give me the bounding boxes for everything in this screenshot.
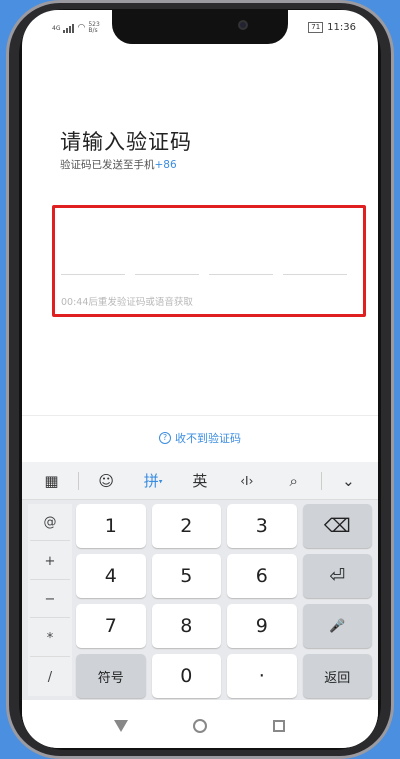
toolbar-separator: [320, 471, 322, 490]
otp-slot-4[interactable]: [283, 274, 347, 275]
key-slash[interactable]: /: [30, 660, 70, 695]
key-4[interactable]: 4: [76, 554, 146, 598]
key-0[interactable]: 0: [151, 654, 221, 698]
question-icon: ?: [159, 432, 171, 444]
status-left: 4G ◠ 523 B/s: [52, 22, 102, 34]
page-subtitle: 验证码已发送至手机+86: [60, 157, 177, 172]
network-label: 4G: [52, 24, 61, 32]
wifi-icon: ◠: [77, 23, 86, 33]
back-key[interactable]: 返回: [302, 654, 372, 698]
home-icon[interactable]: [193, 719, 207, 733]
key-1[interactable]: 1: [76, 504, 146, 548]
pinyin-label: 拼: [143, 472, 159, 490]
no-code-label: 收不到验证码: [175, 432, 241, 445]
screen: 4G ◠ 523 B/s 71 11:36 请输入验证码 验证码已发送至手机+8…: [22, 10, 378, 748]
key-6[interactable]: 6: [227, 554, 297, 598]
back-icon[interactable]: [114, 720, 128, 732]
toolbar-separator: [78, 471, 80, 490]
chevron-down-icon: ▾: [158, 477, 163, 486]
otp-slot-2[interactable]: [135, 274, 199, 275]
recents-icon[interactable]: [273, 720, 285, 732]
key-8[interactable]: 8: [151, 604, 221, 648]
key-3[interactable]: 3: [227, 504, 297, 548]
symbol-column: @ + − * /: [28, 504, 72, 696]
grid-menu-icon[interactable]: ▦: [31, 472, 71, 490]
key-7[interactable]: 7: [76, 604, 146, 648]
network-speed: 523 B/s: [88, 21, 100, 34]
key-2[interactable]: 2: [151, 504, 221, 548]
key-minus[interactable]: −: [30, 582, 70, 619]
navigation-bar: [22, 704, 378, 748]
key-5[interactable]: 5: [151, 554, 221, 598]
symbol-key[interactable]: 符号: [76, 654, 146, 698]
key-at[interactable]: @: [30, 505, 70, 542]
microphone-icon[interactable]: 🎤: [302, 604, 372, 648]
collapse-keyboard-icon[interactable]: ⌄: [328, 472, 368, 490]
english-button[interactable]: 英: [180, 470, 220, 491]
page-title: 请输入验证码: [60, 130, 192, 154]
key-dot[interactable]: ·: [227, 654, 297, 698]
no-code-link[interactable]: ? 收不到验证码: [22, 430, 378, 446]
enter-icon[interactable]: ⏎: [302, 554, 372, 598]
delete-icon[interactable]: ⌫: [302, 504, 372, 548]
key-plus[interactable]: +: [30, 544, 70, 580]
emoji-icon[interactable]: ☺: [86, 472, 126, 490]
divider: [22, 415, 378, 416]
key-asterisk[interactable]: *: [30, 621, 70, 658]
notch: [112, 10, 288, 44]
keyboard-body: @ + − * / 1 2 3 ⌫ 4 5 6 ⏎ 7 8 9 🎤 符号 0 ·…: [22, 500, 378, 700]
subtitle-prefix: 验证码已发送至手机: [60, 159, 155, 171]
battery-icon: 71: [308, 22, 324, 33]
camera-icon: [238, 20, 248, 30]
otp-slots: [61, 274, 347, 275]
cursor-move-icon[interactable]: ‹I›: [227, 474, 267, 488]
signal-icon: [63, 23, 75, 33]
key-9[interactable]: 9: [227, 604, 297, 648]
pinyin-button[interactable]: 拼▾: [133, 470, 173, 491]
otp-input-area: 00:44后重发验证码或语音获取: [52, 205, 366, 317]
resend-countdown: 00:44后重发验证码或语音获取: [61, 297, 193, 308]
otp-slot-3[interactable]: [209, 274, 273, 275]
clock: 11:36: [327, 22, 356, 33]
search-icon[interactable]: ⌕: [274, 472, 314, 490]
otp-slot-1[interactable]: [61, 274, 125, 275]
status-right: 71 11:36: [308, 22, 356, 33]
phone-country-code: +86: [154, 159, 177, 171]
keyboard-toolbar: ▦ ☺ 拼▾ 英 ‹I› ⌕ ⌄: [22, 462, 378, 500]
key-grid: 1 2 3 ⌫ 4 5 6 ⏎ 7 8 9 🎤 符号 0 · 返回: [76, 504, 372, 698]
numeric-keyboard: ▦ ☺ 拼▾ 英 ‹I› ⌕ ⌄ @ + − * / 1 2 3 ⌫ 4 5 6…: [22, 462, 378, 700]
